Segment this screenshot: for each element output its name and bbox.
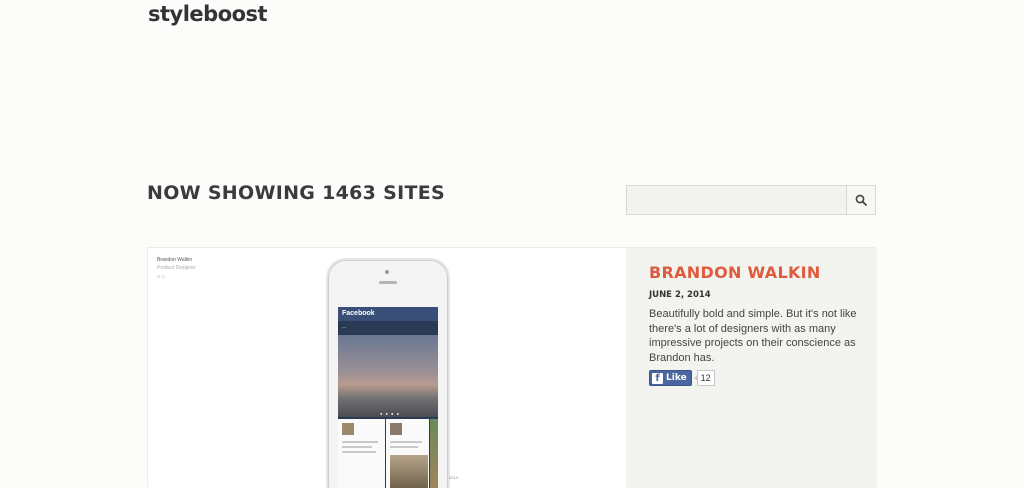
text-line [342,451,376,453]
text-line [390,446,418,448]
like-label: Like [666,373,687,383]
avatar [342,423,354,435]
site-info-panel: BRANDON WALKIN JUNE 2, 2014 Beautifully … [626,248,877,488]
app-title-bar: Facebook [338,307,438,321]
avatar [390,423,402,435]
site-description: Beautifully bold and simple. But it's no… [649,308,857,364]
cover-photo [338,335,438,417]
site-screenshot[interactable]: Brandon Walkin Product Designer ✉ ◎ Face… [148,248,626,488]
phone-screen: Facebook — ● ● ● ● [338,307,438,488]
facebook-like-button[interactable]: f Like [649,370,692,386]
phone-speaker [379,281,397,284]
app-subtitle: — [342,324,346,329]
post-tile [338,419,385,488]
site-title[interactable]: BRANDON WALKIN [649,263,821,282]
search-box [626,185,876,215]
like-count: 12 [693,370,715,386]
screenshot-role: Product Designer [157,265,196,271]
screenshot-year: 2014 [449,475,458,480]
post-tile [386,419,429,488]
screenshot-social-icons: ✉ ◎ [157,274,165,279]
search-input[interactable] [627,186,847,214]
search-button[interactable] [846,186,875,214]
text-line [342,441,378,443]
page-dots: ● ● ● ● [380,411,400,416]
search-icon [855,194,867,206]
site-card: Brandon Walkin Product Designer ✉ ◎ Face… [147,247,877,488]
post-photo [390,455,428,488]
app-title: Facebook [342,310,375,317]
facebook-like: f Like 12 [649,370,715,386]
phone-camera [385,270,389,274]
logo[interactable]: styleboost [148,2,268,26]
logo-text: styleboost [148,2,268,26]
site-date: JUNE 2, 2014 [649,290,711,300]
text-line [342,446,372,448]
facebook-icon: f [652,372,663,384]
screenshot-name: Brandon Walkin [157,257,193,263]
photo-strip [430,419,438,488]
page-title: NOW SHOWING 1463 SITES [147,182,445,204]
phone-mockup: Facebook — ● ● ● ● [328,260,448,488]
text-line [390,441,422,443]
